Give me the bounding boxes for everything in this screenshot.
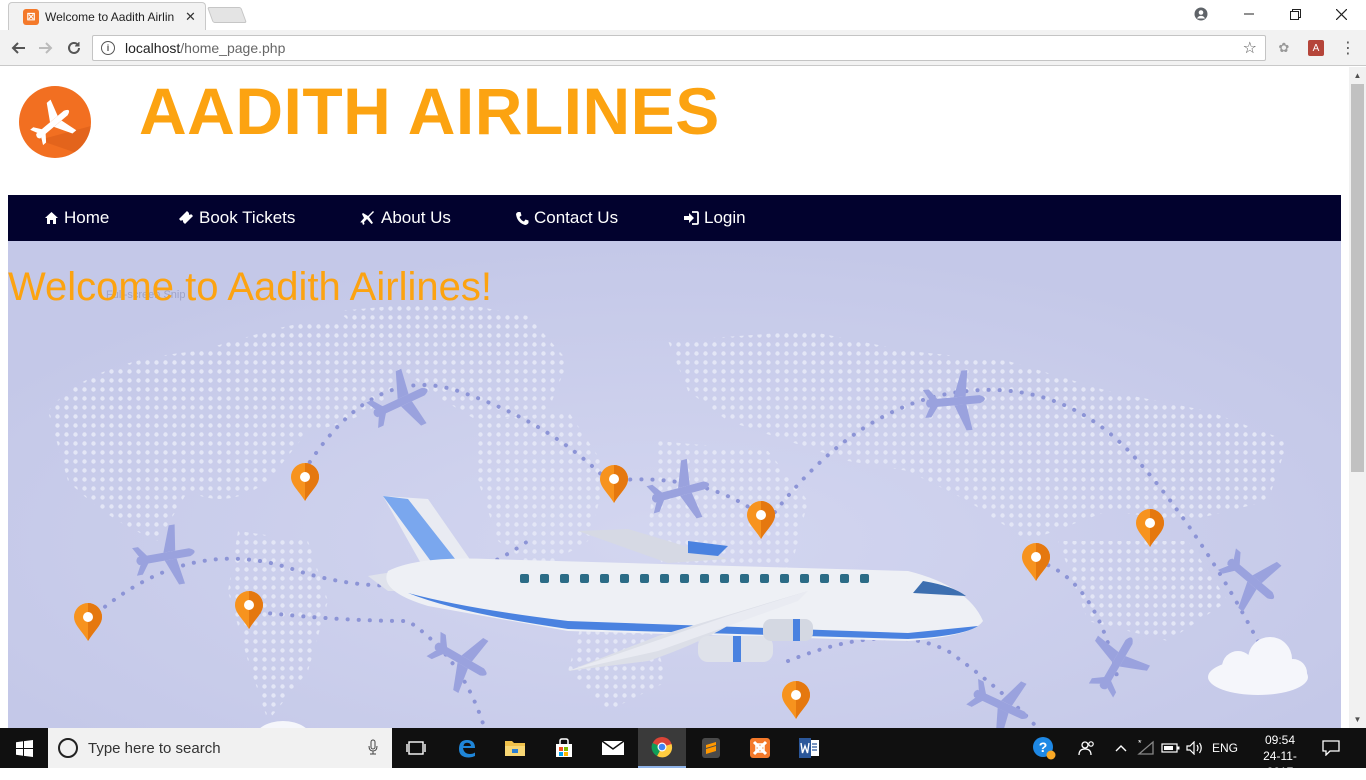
xampp-icon[interactable] (736, 728, 784, 768)
nav-about-us[interactable]: About Us (360, 195, 451, 241)
people-icon[interactable] (1078, 728, 1096, 768)
ticket-icon (179, 211, 193, 224)
nav-login[interactable]: Login (683, 195, 746, 241)
welcome-heading: Welcome to Aadith Airlines! (8, 265, 492, 309)
microphone-icon[interactable] (368, 739, 378, 758)
cortana-icon (58, 738, 78, 758)
page-scrollbar[interactable]: ▲ ▼ (1349, 67, 1366, 728)
nav-book-tickets[interactable]: Book Tickets (178, 195, 295, 241)
browser-tab[interactable]: ⊠ Welcome to Aadith Airlin ✕ (8, 2, 206, 30)
xampp-favicon-icon: ⊠ (23, 8, 39, 25)
sublime-text-icon[interactable] (687, 728, 735, 768)
nav-login-label: Login (704, 208, 746, 227)
help-icon[interactable]: ? (1032, 728, 1056, 768)
battery-icon[interactable] (1161, 728, 1181, 768)
home-icon (45, 212, 58, 224)
windows-start-icon[interactable] (0, 728, 48, 768)
network-icon[interactable]: * (1137, 728, 1155, 768)
svg-text:*: * (1138, 740, 1142, 748)
edge-browser-icon[interactable] (443, 728, 491, 768)
scroll-up-icon[interactable]: ▲ (1349, 67, 1366, 84)
action-center-icon[interactable] (1322, 728, 1340, 768)
airline-logo-icon (19, 86, 91, 158)
minimize-button[interactable] (1226, 0, 1272, 28)
restore-button[interactable] (1272, 0, 1318, 28)
url-text[interactable]: localhost/home_page.php (125, 40, 285, 56)
input-language[interactable]: ENG (1212, 728, 1238, 768)
page-viewport: AADITH AIRLINES Home Book Tickets About … (0, 67, 1349, 728)
new-tab-button[interactable] (207, 7, 247, 23)
hero-illustration (8, 241, 1341, 728)
close-window-button[interactable] (1318, 0, 1364, 28)
hero-banner: Welcome to Aadith Airlines! Full-screen … (8, 241, 1341, 728)
word-icon[interactable] (785, 728, 833, 768)
nav-about-us-label: About Us (381, 208, 451, 227)
svg-text:?: ? (1039, 739, 1048, 755)
tab-strip: ⊠ Welcome to Aadith Airlin ✕ (0, 0, 1366, 30)
phone-icon (516, 211, 529, 225)
address-bar[interactable]: i localhost/home_page.php ☆ (92, 35, 1266, 61)
nav-home[interactable]: Home (44, 195, 109, 241)
reload-icon[interactable] (62, 36, 86, 60)
taskbar-search-box[interactable]: Type here to search (48, 728, 392, 768)
chrome-icon[interactable] (638, 728, 686, 768)
tab-title: Welcome to Aadith Airlin (45, 9, 175, 24)
clock-time: 09:54 (1264, 733, 1296, 747)
bookmark-star-icon[interactable]: ☆ (1243, 38, 1257, 58)
profile-icon[interactable] (1178, 0, 1224, 28)
browser-toolbar: i localhost/home_page.php ☆ ✿ A ⋮ (0, 30, 1366, 66)
chrome-menu-icon[interactable]: ⋮ (1338, 38, 1358, 58)
volume-icon[interactable] (1186, 728, 1204, 768)
nav-contact-us-label: Contact Us (534, 208, 619, 227)
extension-icon[interactable]: ✿ (1274, 38, 1294, 58)
forward-arrow-icon[interactable] (34, 36, 58, 60)
tab-close-icon[interactable]: ✕ (185, 9, 196, 25)
pdf-extension-icon[interactable]: A (1306, 38, 1326, 58)
login-icon (684, 211, 699, 225)
back-arrow-icon[interactable] (6, 36, 30, 60)
clock-date: 24-11-2017 (1263, 749, 1297, 779)
mail-icon[interactable] (589, 728, 637, 768)
task-view-icon[interactable] (392, 728, 440, 768)
windows-taskbar: Type here to search ? * ENG 09:54 24-11-… (0, 728, 1366, 779)
nav-home-label: Home (64, 208, 110, 227)
scroll-thumb[interactable] (1351, 84, 1364, 472)
site-brand-title: AADITH AIRLINES (139, 74, 720, 148)
system-clock[interactable]: 09:54 24-11-2017 (1254, 732, 1306, 780)
scroll-down-icon[interactable]: ▼ (1349, 711, 1366, 728)
store-icon[interactable] (540, 728, 588, 768)
taskbar-search-placeholder: Type here to search (88, 739, 221, 757)
main-navbar: Home Book Tickets About Us Contact Us Lo… (8, 195, 1341, 241)
nav-contact-us[interactable]: Contact Us (515, 195, 618, 241)
show-hidden-icons[interactable] (1115, 728, 1127, 768)
plane-icon (360, 211, 374, 225)
file-explorer-icon[interactable] (491, 728, 539, 768)
nav-book-tickets-label: Book Tickets (199, 208, 296, 227)
info-icon[interactable]: i (101, 41, 115, 55)
